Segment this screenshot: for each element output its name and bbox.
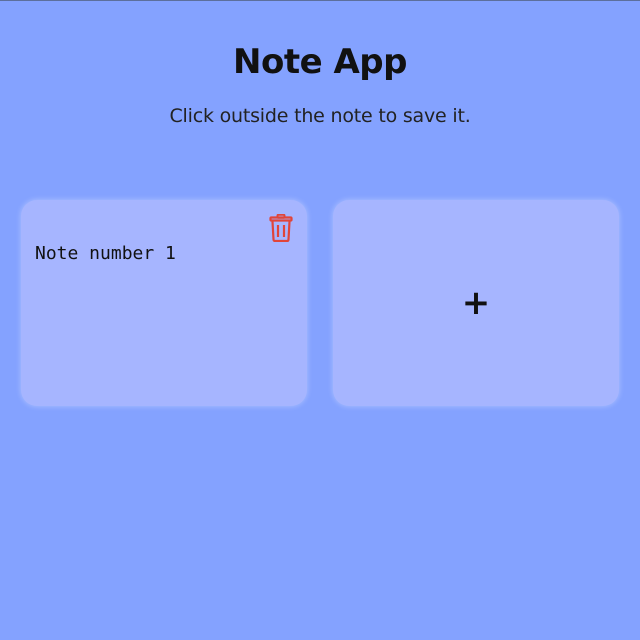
add-note-button[interactable]: + [333, 200, 619, 406]
page-subtitle: Click outside the note to save it. [169, 105, 471, 127]
plus-icon: + [461, 283, 491, 323]
note-textarea[interactable]: Note number 1 [35, 242, 285, 382]
trash-icon [269, 214, 293, 242]
page-title: Note App [233, 42, 407, 82]
note-card: Note number 1 [21, 200, 307, 406]
add-note-card[interactable]: + [333, 200, 619, 406]
delete-note-button[interactable] [267, 213, 295, 243]
window-top-edge [0, 0, 640, 1]
